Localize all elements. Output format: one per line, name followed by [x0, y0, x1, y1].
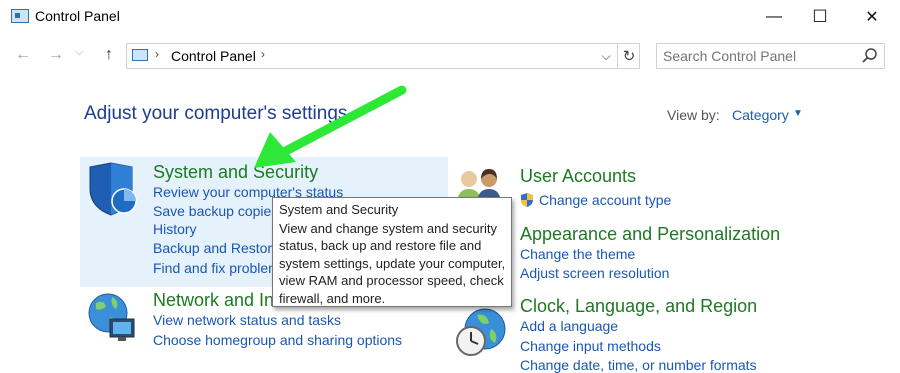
recent-locations-chevron-icon[interactable]: ⌵ [75, 46, 83, 59]
view-by-dropdown[interactable]: Category [732, 107, 789, 123]
link-change-date-time-formats[interactable]: Change date, time, or number formats [520, 357, 757, 373]
control-panel-icon [11, 9, 29, 23]
link-backup-and-restore[interactable]: Backup and Restore [153, 240, 280, 256]
up-button[interactable]: ↑ [98, 44, 120, 66]
link-view-network-status[interactable]: View network status and tasks [153, 312, 341, 328]
clock-globe-icon [456, 308, 506, 356]
category-network-and-internet[interactable]: Network and In [153, 290, 274, 311]
shield-icon [89, 162, 137, 216]
link-change-account-type[interactable]: Change account type [539, 192, 671, 208]
link-change-input-methods[interactable]: Change input methods [520, 338, 661, 354]
control-panel-small-icon [132, 49, 148, 61]
uac-shield-icon [521, 193, 533, 207]
maximize-button[interactable]: ☐ [797, 0, 843, 34]
view-by-caret-icon[interactable]: ▼ [793, 108, 803, 119]
refresh-button[interactable]: ↻ [617, 43, 640, 69]
address-dropdown-button[interactable]: ⌵ [596, 46, 616, 66]
network-globe-icon [88, 293, 135, 341]
link-history[interactable]: History [153, 221, 197, 237]
forward-button[interactable]: → [45, 44, 67, 66]
breadcrumb-separator[interactable]: › [155, 47, 159, 61]
annotation-arrow-icon [254, 85, 407, 168]
link-find-and-fix-problems[interactable]: Find and fix problem [153, 260, 280, 276]
category-user-accounts[interactable]: User Accounts [520, 166, 636, 187]
minimize-button[interactable]: — [751, 0, 797, 34]
back-button[interactable]: ← [12, 44, 34, 66]
link-change-the-theme[interactable]: Change the theme [520, 246, 635, 262]
category-clock-language-region[interactable]: Clock, Language, and Region [520, 296, 757, 317]
view-by-label: View by: [667, 107, 720, 123]
link-choose-homegroup[interactable]: Choose homegroup and sharing options [153, 332, 402, 348]
link-add-a-language[interactable]: Add a language [520, 318, 618, 334]
close-button[interactable]: ✕ [849, 0, 895, 34]
tooltip-title: System and Security [279, 202, 399, 217]
search-input[interactable] [663, 48, 853, 64]
search-icon[interactable] [861, 47, 879, 65]
breadcrumb-control-panel[interactable]: Control Panel [171, 48, 256, 64]
window-title: Control Panel [35, 8, 120, 24]
breadcrumb-separator-end[interactable]: › [261, 47, 265, 61]
link-adjust-screen-resolution[interactable]: Adjust screen resolution [520, 265, 669, 281]
category-appearance-and-personalization[interactable]: Appearance and Personalization [520, 224, 780, 245]
link-save-backup-copies[interactable]: Save backup copies [153, 203, 278, 219]
tooltip-body: View and change system and security stat… [279, 221, 506, 306]
